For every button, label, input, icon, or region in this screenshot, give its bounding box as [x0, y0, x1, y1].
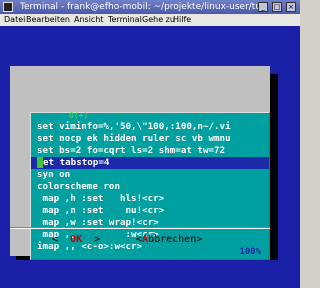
- terminal-area[interactable]: 0(+) set viminfo=%,'50,\"100,:100,n~/.vi…: [0, 26, 300, 288]
- text-line: colorscheme ron: [37, 181, 120, 192]
- cancel-bracket-close: >: [196, 234, 203, 245]
- ok-bracket-open: <: [52, 234, 71, 245]
- selected-line-text: et tabstop=4: [43, 157, 110, 168]
- dialog-separator: [10, 227, 270, 229]
- selected-text-line: et tabstop=4: [31, 157, 269, 169]
- menu-terminal[interactable]: Terminal: [108, 14, 142, 26]
- close-icon[interactable]: ×: [286, 2, 296, 12]
- top-marker: 0(+): [69, 111, 89, 120]
- menu-gehe-zu[interactable]: Gehe zu: [142, 14, 175, 26]
- text-line: set nocp ek hidden ruler sc vb wmnu: [37, 133, 231, 144]
- minimize-icon[interactable]: _: [258, 2, 268, 12]
- terminal-app-icon[interactable]: [3, 2, 13, 12]
- text-line: map ,n :set nu!<cr>: [37, 205, 165, 216]
- menu-bearbeiten[interactable]: Bearbeiten: [26, 14, 70, 26]
- ok-button[interactable]: < OK >: [52, 233, 100, 247]
- menu-hilfe[interactable]: Hilfe: [173, 14, 191, 26]
- text-line: set viminfo=%,'50,\"100,:100,n~/.vi: [37, 121, 231, 132]
- menu-bar: Datei Bearbeiten Ansicht Terminal Gehe z…: [0, 14, 300, 26]
- window-title: Terminal - frank@efho-mobil: ~/projekte/…: [20, 2, 260, 12]
- menu-ansicht[interactable]: Ansicht: [74, 14, 104, 26]
- menu-datei[interactable]: Datei: [4, 14, 25, 26]
- scroll-percent: 100%: [239, 247, 261, 257]
- ok-bracket-close: >: [82, 234, 101, 245]
- text-line: syn on: [37, 169, 71, 180]
- maximize-icon[interactable]: □: [272, 2, 282, 12]
- ok-label: OK: [70, 234, 83, 245]
- cancel-label: bbrechen: [148, 234, 197, 245]
- title-bar: Terminal - frank@efho-mobil: ~/projekte/…: [0, 0, 300, 14]
- text-line: map ,h :set hls!<cr>: [37, 193, 165, 204]
- cancel-button[interactable]: <Abbrechen>: [136, 233, 202, 247]
- text-line: set bs=2 fo=cqrt ls=2 shm=at tw=72: [37, 145, 226, 156]
